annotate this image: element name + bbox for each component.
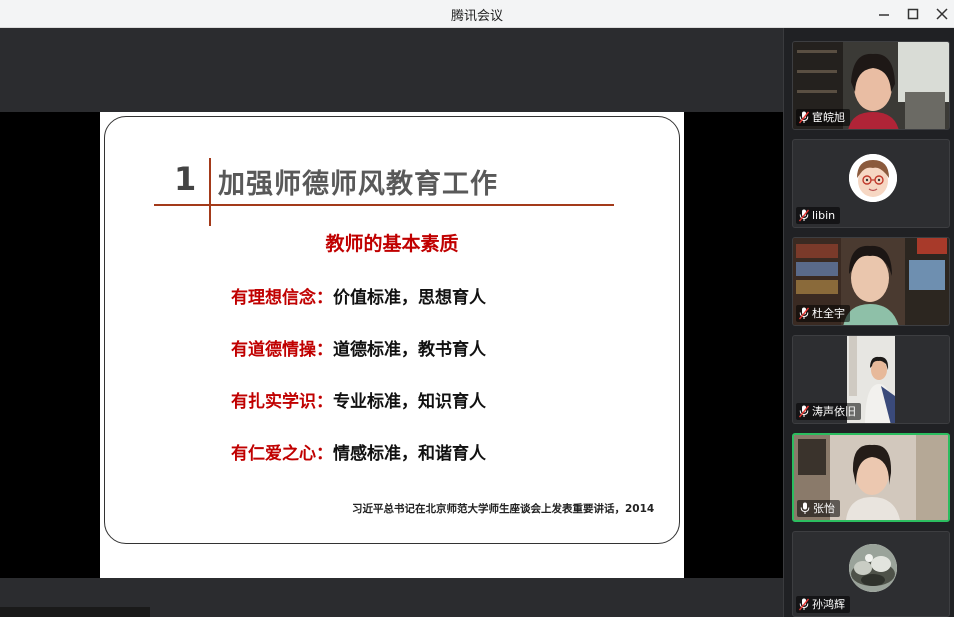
participant-name: libin bbox=[812, 209, 836, 222]
participant-nameplate: 涛声依旧 bbox=[796, 403, 861, 420]
window-title: 腾讯会议 bbox=[450, 9, 503, 24]
participant-nameplate: libin bbox=[796, 207, 841, 224]
slide-section-number: 1 bbox=[174, 160, 197, 198]
participant-tile[interactable]: 宦皖旭 bbox=[792, 41, 950, 130]
quality-value: 情感标准，和谐育人 bbox=[333, 444, 486, 464]
mic-icon bbox=[800, 502, 810, 514]
participant-nameplate: 孙鸿辉 bbox=[796, 596, 850, 613]
participant-name: 涛声依旧 bbox=[812, 405, 856, 418]
participant-nameplate: 宦皖旭 bbox=[796, 109, 850, 126]
quality-item: 有仁爱之心：情感标准，和谐育人 bbox=[231, 439, 486, 464]
slide-vertical-divider bbox=[209, 158, 211, 226]
participant-tile[interactable]: 涛声依旧 bbox=[792, 335, 950, 424]
minimize-icon[interactable] bbox=[873, 3, 895, 25]
participant-name: 张怡 bbox=[813, 502, 835, 515]
slide-horizontal-divider bbox=[154, 204, 614, 206]
slide-heading: 加强师德师风教育工作 bbox=[218, 169, 498, 200]
participant-sidebar[interactable]: 宦皖旭 libin 杜全宇 涛声依旧 张怡 孙鸿辉 bbox=[783, 28, 954, 617]
participant-avatar bbox=[849, 154, 897, 202]
quality-item: 有道德情操：道德标准，教书育人 bbox=[231, 335, 486, 360]
participant-name: 杜全宇 bbox=[812, 307, 845, 320]
quality-item: 有理想信念：价值标准，思想育人 bbox=[231, 283, 486, 308]
mic-muted-icon bbox=[799, 405, 809, 418]
mic-muted-icon bbox=[799, 598, 809, 611]
slide-citation: 习近平总书记在北京师范大学师生座谈会上发表重要讲话，2014 bbox=[352, 503, 655, 515]
quality-value: 价值标准，思想育人 bbox=[333, 288, 486, 308]
participant-tile[interactable]: libin bbox=[792, 139, 950, 228]
participant-tile-active-speaker[interactable]: 张怡 bbox=[792, 433, 950, 522]
participant-avatar bbox=[849, 544, 897, 592]
close-icon[interactable] bbox=[931, 3, 953, 25]
quality-value: 道德标准，教书育人 bbox=[333, 340, 486, 360]
maximize-icon[interactable] bbox=[902, 3, 924, 25]
mic-muted-icon bbox=[799, 307, 809, 320]
mic-muted-icon bbox=[799, 111, 809, 124]
quality-item: 有扎实学识：专业标准，知识育人 bbox=[231, 387, 486, 412]
title-bar: 腾讯会议 bbox=[0, 0, 954, 28]
quality-key: 有扎实学识： bbox=[231, 392, 333, 412]
mic-muted-icon bbox=[799, 209, 809, 222]
quality-key: 有道德情操： bbox=[231, 340, 333, 360]
participant-nameplate: 张怡 bbox=[797, 500, 840, 517]
quality-key: 有仁爱之心： bbox=[231, 444, 333, 464]
presentation-slide: 1 加强师德师风教育工作 教师的基本素质 有理想信念：价值标准，思想育人 有道德… bbox=[100, 112, 684, 578]
participant-nameplate: 杜全宇 bbox=[796, 305, 850, 322]
slide-subheading: 教师的基本素质 bbox=[325, 233, 459, 255]
participant-tile[interactable]: 杜全宇 bbox=[792, 237, 950, 326]
quality-value: 专业标准，知识育人 bbox=[333, 392, 486, 412]
participant-tile[interactable]: 孙鸿辉 bbox=[792, 531, 950, 617]
bottom-status-strip bbox=[0, 607, 150, 617]
participant-name: 宦皖旭 bbox=[812, 111, 845, 124]
quality-key: 有理想信念： bbox=[231, 288, 333, 308]
shared-screen-stage: 1 加强师德师风教育工作 教师的基本素质 有理想信念：价值标准，思想育人 有道德… bbox=[0, 28, 783, 617]
participant-name: 孙鸿辉 bbox=[812, 598, 845, 611]
